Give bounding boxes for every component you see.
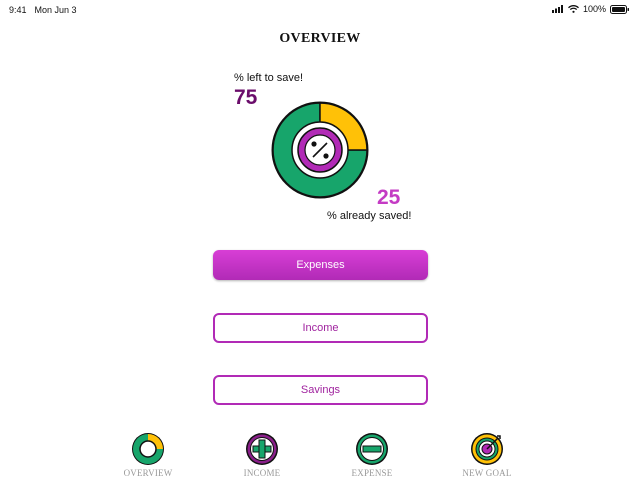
tab-label-expense: EXPENSE <box>351 468 393 478</box>
target-icon <box>471 433 503 465</box>
left-to-save-label: % left to save! <box>234 72 304 84</box>
signal-icon <box>551 5 563 13</box>
donut-chart-icon <box>132 433 164 465</box>
minus-circle-icon <box>356 433 388 465</box>
savings-button[interactable]: Savings <box>213 375 428 405</box>
page-title: OVERVIEW <box>279 31 361 46</box>
expenses-button[interactable]: Expenses <box>213 250 428 280</box>
battery-icon <box>610 4 629 14</box>
tab-label-overview: OVERVIEW <box>123 468 173 478</box>
left-to-save-value: 75 <box>234 86 258 109</box>
already-saved-value: 25 <box>377 186 401 209</box>
savings-donut-chart <box>271 101 369 199</box>
already-saved-label: % already saved! <box>327 210 412 222</box>
percent-icon <box>304 134 336 166</box>
status-time: 9:41 <box>9 5 27 15</box>
status-bar: 9:41 Mon Jun 3 100% <box>0 0 640 20</box>
tab-label-new-goal: NEW GOAL <box>462 468 512 478</box>
wifi-icon <box>568 5 579 13</box>
battery-percent: 100% <box>582 4 606 14</box>
tab-expense[interactable]: EXPENSE <box>332 432 412 478</box>
tab-overview[interactable]: OVERVIEW <box>108 432 188 478</box>
status-date: Mon Jun 3 <box>34 5 77 15</box>
plus-circle-icon <box>246 433 278 465</box>
income-button[interactable]: Income <box>213 313 428 343</box>
tab-new-goal[interactable]: NEW GOAL <box>447 432 527 478</box>
tab-income[interactable]: INCOME <box>222 432 302 478</box>
tab-label-income: INCOME <box>243 468 281 478</box>
